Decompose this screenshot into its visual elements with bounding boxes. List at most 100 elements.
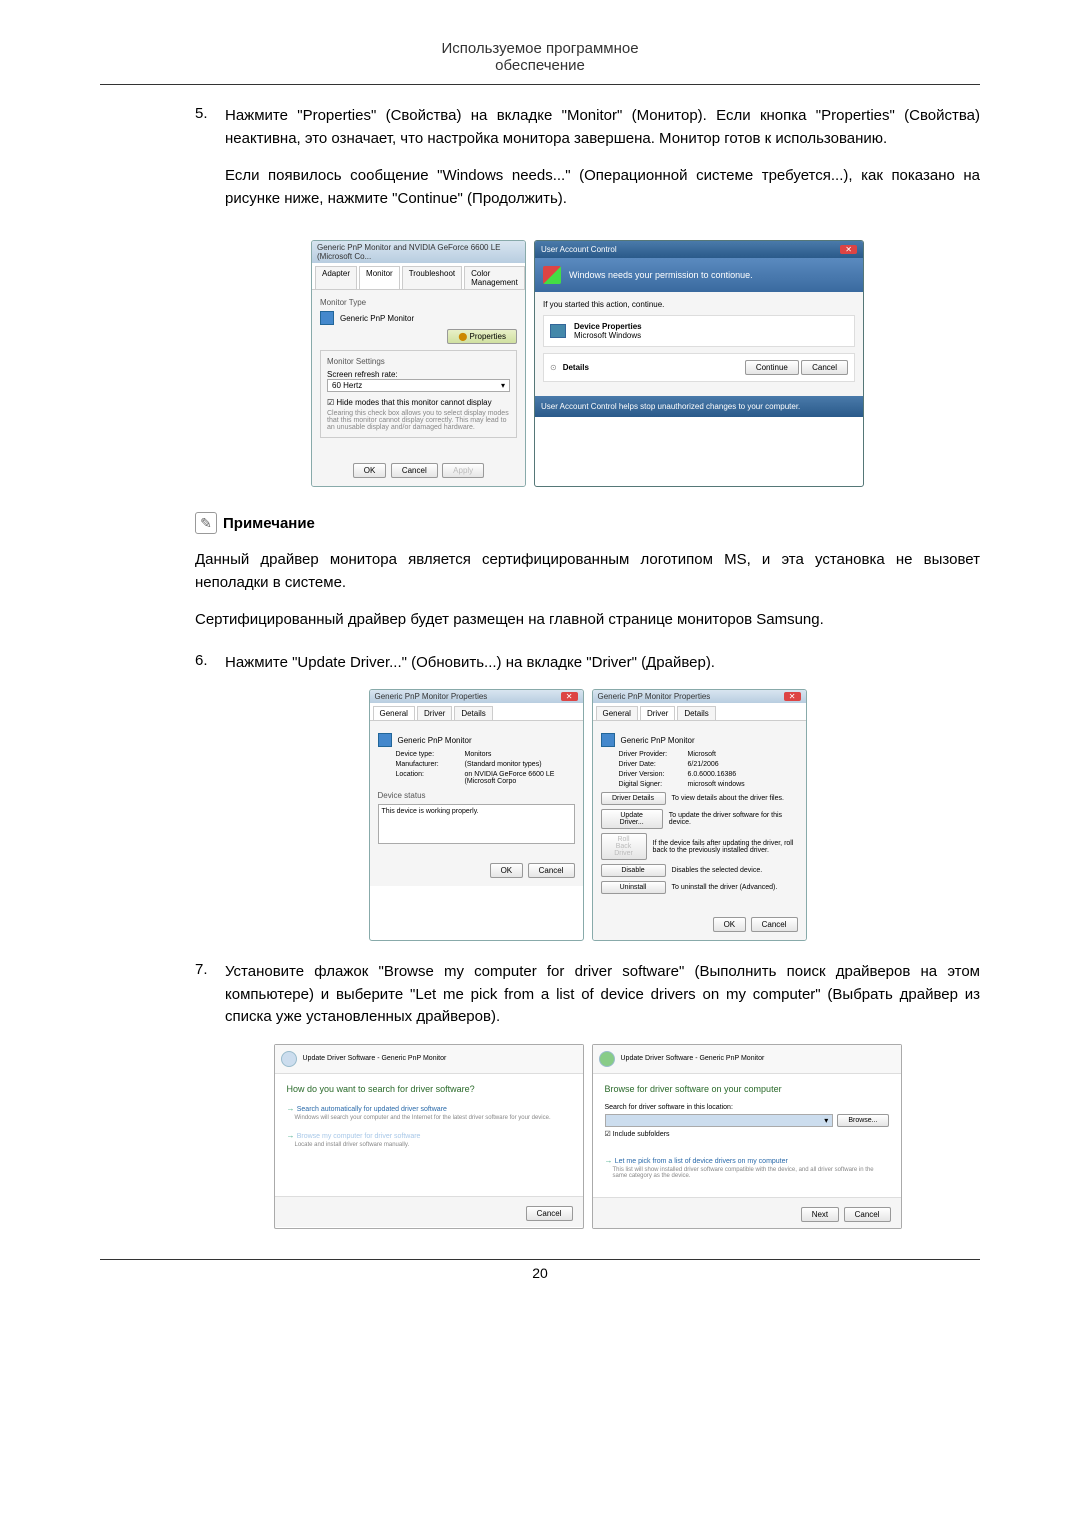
page-number: 20	[100, 1259, 980, 1281]
hide-modes-help: Clearing this check box allows you to se…	[327, 410, 510, 431]
wiz2-include-label: Include subfolders	[613, 1131, 670, 1138]
wiz2-search-loc-label: Search for driver software in this locat…	[605, 1104, 889, 1111]
props2-close-icon[interactable]: ✕	[784, 692, 801, 701]
step5-p2: Если появилось сообщение "Windows needs.…	[225, 165, 980, 210]
driver-version-value: 6.0.6000.16386	[688, 771, 798, 778]
uac-title: User Account Control	[541, 245, 617, 254]
back-button-icon[interactable]	[599, 1051, 615, 1067]
uac-cancel-button[interactable]: Cancel	[801, 360, 848, 375]
dialog1-cancel-button[interactable]: Cancel	[391, 463, 438, 478]
wiz1-opt2-sub: Locate and install driver software manua…	[295, 1142, 571, 1148]
wiz1-breadcrumb: Update Driver Software - Generic PnP Mon…	[303, 1055, 447, 1062]
tab-troubleshoot[interactable]: Troubleshoot	[402, 266, 462, 289]
note-p2: Сертифицированный драйвер будет размещен…	[195, 609, 980, 632]
wiz2-path-input[interactable]: ▾	[605, 1114, 834, 1127]
disable-desc: Disables the selected device.	[672, 867, 763, 874]
tab-adapter[interactable]: Adapter	[315, 266, 357, 289]
signer-value: microsoft windows	[688, 781, 798, 788]
props2-tab-details[interactable]: Details	[677, 706, 715, 720]
wiz1-opt1[interactable]: Search automatically for updated driver …	[297, 1106, 447, 1113]
wiz2-pick-link[interactable]: Let me pick from a list of device driver…	[615, 1158, 788, 1165]
uac-device-props: Device Properties	[574, 322, 642, 331]
props1-tab-general[interactable]: General	[373, 706, 415, 720]
arrow-icon: →	[287, 1104, 297, 1113]
uac-continue-button[interactable]: Continue	[745, 360, 799, 375]
props2-ok-button[interactable]: OK	[713, 917, 747, 932]
refresh-rate-label: Screen refresh rate:	[327, 370, 510, 379]
driver-details-desc: To view details about the driver files.	[672, 795, 784, 802]
arrow-icon: →	[605, 1156, 615, 1165]
props2-cancel-button[interactable]: Cancel	[751, 917, 798, 932]
include-checkbox[interactable]: ☑	[605, 1131, 611, 1138]
location-label: Location:	[396, 771, 461, 785]
uac-if-started: If you started this action, continue.	[543, 300, 855, 309]
props1-ok-button[interactable]: OK	[490, 863, 524, 878]
signer-label: Digital Signer:	[619, 781, 684, 788]
step7-text: Установите флажок "Browse my computer fo…	[225, 961, 980, 1029]
device-icon	[550, 324, 566, 338]
note-title: Примечание	[223, 515, 315, 532]
wiz2-browse-button[interactable]: Browse...	[837, 1114, 888, 1127]
wiz2-heading: Browse for driver software on your compu…	[605, 1084, 889, 1094]
manufacturer-value: (Standard monitor types)	[465, 761, 575, 768]
props2-tab-general[interactable]: General	[596, 706, 638, 720]
props1-tab-details[interactable]: Details	[454, 706, 492, 720]
monitor-name: Generic PnP Monitor	[340, 314, 414, 323]
back-button-icon[interactable]	[281, 1051, 297, 1067]
driver-date-label: Driver Date:	[619, 761, 684, 768]
wiz2-cancel-button[interactable]: Cancel	[844, 1207, 891, 1222]
rollback-desc: If the device fails after updating the d…	[653, 840, 798, 854]
uac-details[interactable]: Details	[563, 363, 589, 372]
wiz2-breadcrumb: Update Driver Software - Generic PnP Mon…	[621, 1055, 765, 1062]
uac-close-icon[interactable]: ✕	[840, 245, 857, 254]
hide-modes-label: Hide modes that this monitor cannot disp…	[336, 398, 491, 407]
disable-button[interactable]: Disable	[601, 864, 666, 877]
refresh-rate-select[interactable]: 60 Hertz▾	[327, 379, 510, 392]
props1-cancel-button[interactable]: Cancel	[528, 863, 575, 878]
props2-monitor-icon	[601, 733, 615, 747]
note-p1: Данный драйвер монитора является сертифи…	[195, 549, 980, 594]
wiz2-next-button[interactable]: Next	[801, 1207, 839, 1222]
header-line-2: обеспечение	[100, 57, 980, 74]
tab-monitor[interactable]: Monitor	[359, 266, 400, 289]
step7-number: 7.	[195, 961, 225, 1029]
update-driver-button[interactable]: Update Driver...	[601, 809, 663, 829]
dialog1-titlebar: Generic PnP Monitor and NVIDIA GeForce 6…	[312, 241, 525, 263]
driver-date-value: 6/21/2006	[688, 761, 798, 768]
device-status-value: This device is working properly.	[378, 804, 575, 844]
rollback-button[interactable]: Roll Back Driver	[601, 833, 647, 860]
step6-text: Нажмите "Update Driver..." (Обновить...)…	[225, 652, 980, 675]
wiz1-heading: How do you want to search for driver sof…	[287, 1084, 571, 1094]
monitor-settings-label: Monitor Settings	[327, 357, 510, 366]
props2-tab-driver[interactable]: Driver	[640, 706, 675, 720]
props1-tab-driver[interactable]: Driver	[417, 706, 452, 720]
note-icon: ✎	[195, 512, 217, 534]
props1-close-icon[interactable]: ✕	[561, 692, 578, 701]
dialog1-ok-button[interactable]: OK	[353, 463, 387, 478]
header-line-1: Используемое программное	[100, 40, 980, 57]
props2-title: Generic PnP Monitor Properties	[598, 692, 711, 701]
driver-version-label: Driver Version:	[619, 771, 684, 778]
driver-details-button[interactable]: Driver Details	[601, 792, 666, 805]
wiz1-opt2[interactable]: Browse my computer for driver software	[297, 1133, 421, 1140]
tab-color[interactable]: Color Management	[464, 266, 525, 289]
step5-p1: Нажмите "Properties" (Свойства) на вклад…	[225, 105, 980, 150]
step5-number: 5.	[195, 105, 225, 225]
wiz1-cancel-button[interactable]: Cancel	[526, 1206, 573, 1221]
wiz1-opt1-sub: Windows will search your computer and th…	[295, 1115, 571, 1121]
location-value: on NVIDIA GeForce 6600 LE (Microsoft Cor…	[465, 771, 575, 785]
uac-ms-windows: Microsoft Windows	[574, 331, 642, 340]
provider-label: Driver Provider:	[619, 751, 684, 758]
props1-name: Generic PnP Monitor	[398, 736, 472, 745]
props1-title: Generic PnP Monitor Properties	[375, 692, 488, 701]
device-type-label: Device type:	[396, 751, 461, 758]
manufacturer-label: Manufacturer:	[396, 761, 461, 768]
uninstall-desc: To uninstall the driver (Advanced).	[672, 884, 778, 891]
chevron-down-icon[interactable]: ⊙	[550, 363, 557, 372]
update-driver-desc: To update the driver software for this d…	[669, 812, 798, 826]
dialog1-apply-button[interactable]: Apply	[442, 463, 484, 478]
step6-number: 6.	[195, 652, 225, 675]
properties-button[interactable]: ⬤ Properties	[447, 329, 517, 344]
uninstall-button[interactable]: Uninstall	[601, 881, 666, 894]
hide-modes-checkbox[interactable]: ☑	[327, 398, 334, 407]
